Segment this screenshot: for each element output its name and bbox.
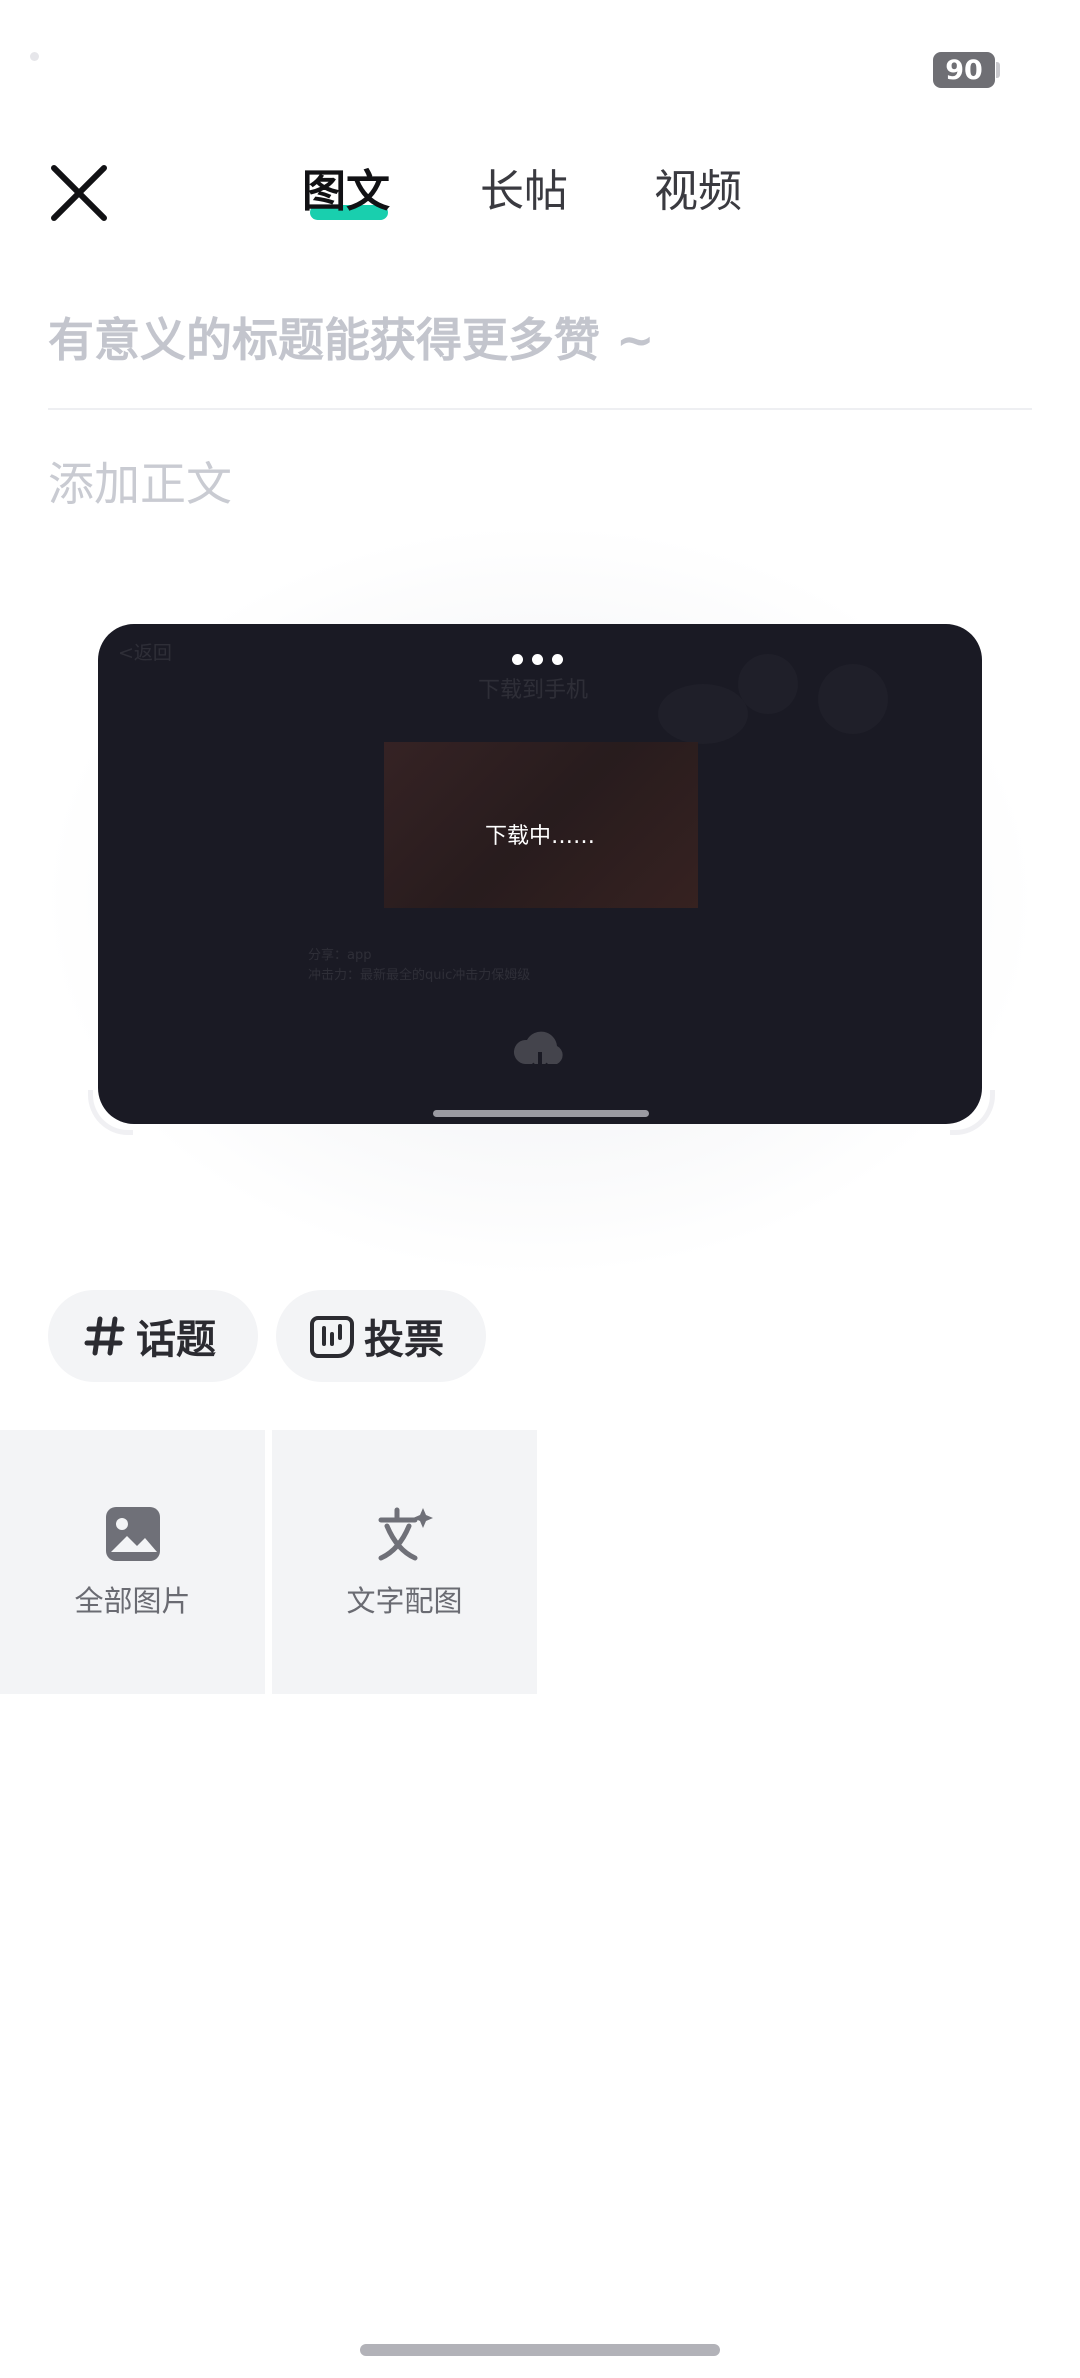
text-to-image-tile[interactable]: 文字配图 [272,1430,537,1694]
video-home-indicator [433,1110,649,1117]
battery-indicator: 90 [933,52,995,88]
hashtag-icon [84,1316,125,1356]
more-dot [532,654,543,665]
background-silhouette [738,654,798,714]
close-icon [51,165,107,221]
divider [48,408,1032,410]
background-silhouette [658,684,748,744]
video-preview[interactable]: <返回 下载到手机 分享：app 冲击力：最新最全的quic冲击力保姆级 下载中… [98,624,982,1124]
tile-label: 文字配图 [346,1584,463,1618]
tile-label: 全部图片 [74,1584,191,1618]
tab-label: 图文 [302,166,390,217]
chip-label: 话题 [136,1317,216,1363]
tab-label: 长帖 [480,166,568,217]
more-dot [552,654,563,665]
tab-label: 视频 [654,166,742,217]
background-silhouette [818,664,888,734]
more-dot [512,654,523,665]
loading-status-text: 下载中…… [484,824,595,849]
more-options-button[interactable] [512,654,563,665]
background-info-text: 冲击力：最新最全的quic冲击力保姆级 [308,968,531,983]
text-to-image-icon [378,1507,433,1561]
chip-label: 投票 [364,1317,444,1363]
title-input[interactable]: 有意义的标题能获得更多赞 ~ [48,300,1028,380]
background-heading-text: 下载到手机 [478,678,589,703]
background-info-text: 分享：app [308,948,372,963]
close-button[interactable] [44,158,114,228]
tab-video[interactable]: 视频 [654,162,742,222]
tab-image-text[interactable]: 图文 [302,162,390,222]
cloud-download-icon [513,1031,563,1075]
status-indicator-dot [30,52,39,61]
all-photos-tile[interactable]: 全部图片 [0,1430,265,1694]
battery-level: 90 [945,54,983,86]
background-back-text: <返回 [118,642,172,664]
image-icon [105,1507,160,1561]
topic-chip[interactable]: 话题 [48,1290,258,1382]
tab-long-post[interactable]: 长帖 [480,162,568,222]
poll-chip[interactable]: 投票 [276,1290,486,1382]
body-input[interactable]: 添加正文 [48,452,232,516]
battery-cap [996,62,1000,78]
poll-icon [310,1316,354,1358]
home-indicator [360,2344,720,2356]
